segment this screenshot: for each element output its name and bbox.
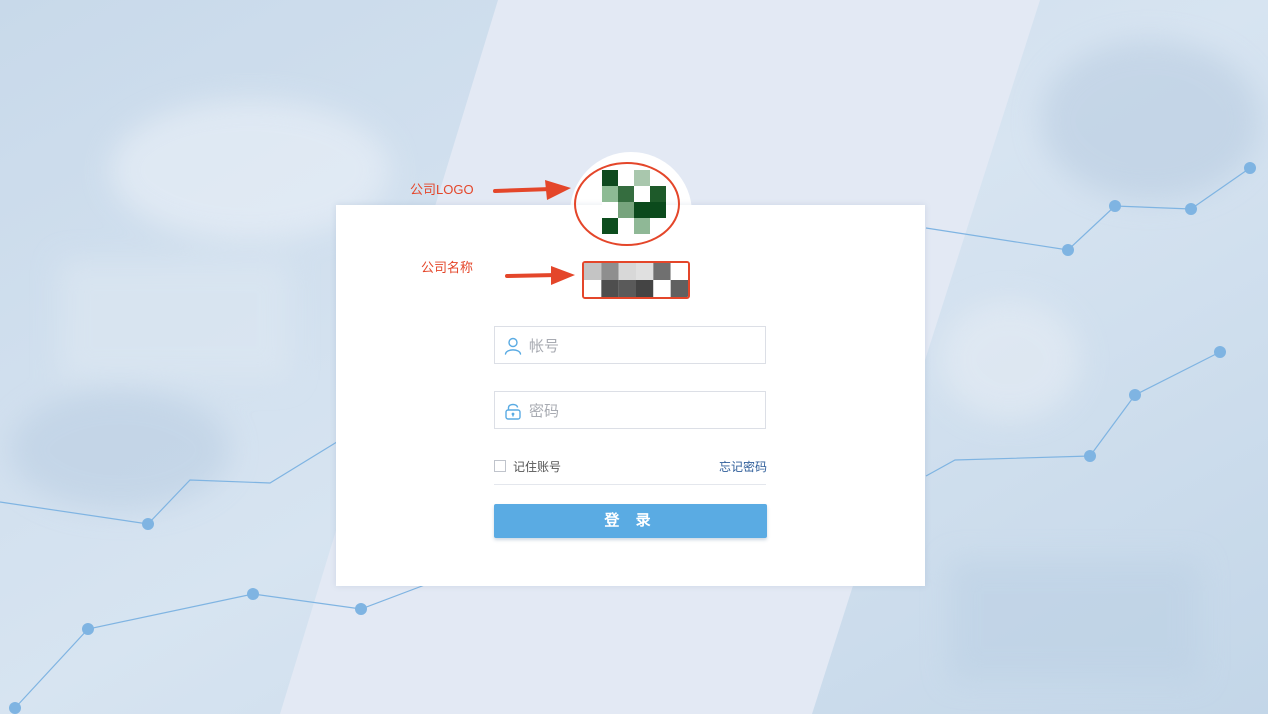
logo-highlight-circle xyxy=(574,162,680,246)
company-name xyxy=(584,263,688,297)
checkbox-box[interactable] xyxy=(494,460,506,472)
arrow-right-icon xyxy=(493,180,571,200)
username-field[interactable] xyxy=(494,326,766,365)
username-input[interactable] xyxy=(527,327,761,365)
login-button[interactable]: 登 录 xyxy=(494,504,767,538)
forgot-password-link[interactable]: 忘记密码 xyxy=(700,458,767,475)
lock-icon xyxy=(505,403,521,420)
logo-annotation-label: 公司LOGO xyxy=(410,182,474,197)
remember-account-checkbox[interactable]: 记住账号 xyxy=(494,458,561,474)
remember-account-label: 记住账号 xyxy=(513,459,562,474)
arrow-right-icon xyxy=(505,266,575,285)
name-annotation-label: 公司名称 xyxy=(421,260,474,275)
password-input[interactable] xyxy=(527,392,761,430)
company-name-highlight xyxy=(582,261,690,299)
user-icon xyxy=(504,337,522,355)
divider xyxy=(494,484,766,485)
password-field[interactable] xyxy=(494,391,766,430)
